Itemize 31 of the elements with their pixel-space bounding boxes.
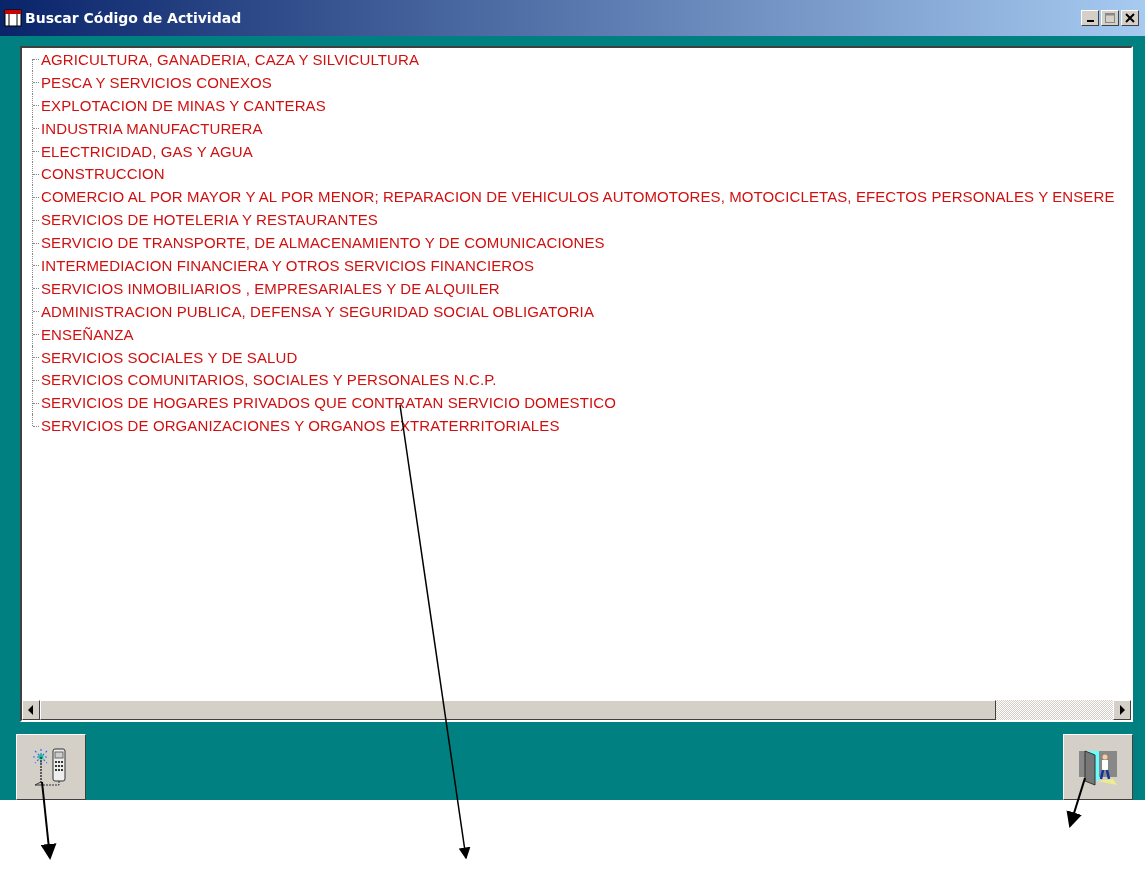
window-title: Buscar Código de Actividad [25, 10, 243, 26]
tree-item[interactable]: COMERCIO AL POR MAYOR Y AL POR MENOR; REPARACION DE VEHICULOS AUTOMOTORES, MOTOCICLETAS, EFECTOS PERSONALES Y ENSERE [40, 188, 1115, 206]
tree-item[interactable]: INDUSTRIA MANUFACTURERA [40, 119, 263, 137]
tree-item[interactable]: SERVICIO DE TRANSPORTE, DE ALMACENAMIENTO Y DE COMUNICACIONES [40, 234, 605, 252]
minimize-icon [1086, 20, 1094, 22]
connect-button[interactable] [16, 734, 86, 800]
tree-item[interactable]: SERVICIOS DE HOTELERIA Y RESTAURANTES [40, 211, 378, 229]
tree-item[interactable]: ENSEÑANZA [40, 325, 134, 343]
annotation-arrow [1066, 777, 1086, 828]
scroll-left-button[interactable] [22, 700, 40, 720]
tree-item[interactable]: SERVICIOS INMOBILIARIOS , EMPRESARIALES Y DE ALQUILER [40, 279, 500, 297]
tree-item[interactable]: CONSTRUCCION [40, 165, 165, 183]
tree-item[interactable]: ELECTRICIDAD, GAS Y AGUA [40, 142, 253, 160]
minimize-button[interactable] [1081, 10, 1099, 26]
exit-button[interactable] [1063, 734, 1133, 800]
tree-item[interactable]: SERVICIOS DE HOGARES PRIVADOS QUE CONTRATAN SERVICIO DOMESTICO [40, 394, 616, 412]
tree-item[interactable]: AGRICULTURA, GANADERIA, CAZA Y SILVICULTURA [40, 50, 419, 68]
tree-item[interactable]: SERVICIOS COMUNITARIOS, SOCIALES Y PERSONALES N.C.P. [40, 371, 497, 389]
maximize-button[interactable] [1101, 10, 1119, 26]
close-icon [1125, 13, 1135, 23]
close-button[interactable] [1121, 10, 1139, 26]
tree-item[interactable]: PESCA Y SERVICIOS CONEXOS [40, 73, 272, 91]
window-icon [4, 9, 22, 27]
tree-item[interactable]: INTERMEDIACION FINANCIERA Y OTROS SERVICIOS FINANCIEROS [40, 256, 535, 274]
left-arrow-icon [28, 705, 34, 715]
scroll-right-button[interactable] [1113, 700, 1131, 720]
right-arrow-icon [1119, 705, 1125, 715]
tree-item[interactable]: ADMINISTRACION PUBLICA, DEFENSA Y SEGURIDAD SOCIAL OBLIGATORIA [40, 302, 594, 320]
tree-item[interactable]: EXPLOTACION DE MINAS Y CANTERAS [40, 96, 326, 114]
tree-item[interactable]: SERVICIOS SOCIALES Y DE SALUD [40, 348, 298, 366]
maximize-icon [1105, 13, 1115, 23]
